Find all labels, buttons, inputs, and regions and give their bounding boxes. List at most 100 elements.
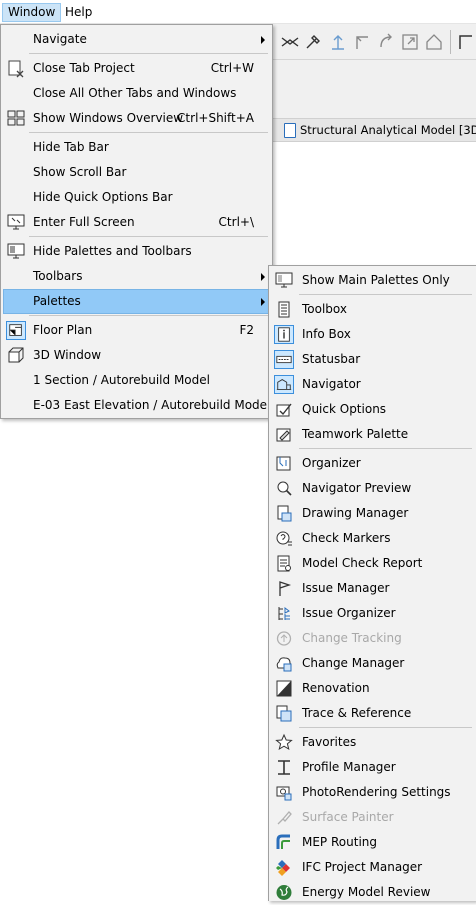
menu-separator [29,236,268,237]
menu-separator [299,448,472,449]
menu-item-label: MEP Routing [302,835,377,849]
menu-item-trace-reference[interactable]: Trace & Reference [271,701,474,726]
mep-routing-icon [276,834,290,849]
menu-item-label: Quick Options [302,402,387,416]
menu-item-label: Floor Plan [33,323,93,337]
menu-item-mep-routing[interactable]: MEP Routing [271,830,474,855]
menu-item-label: PhotoRendering Settings [302,785,451,799]
3d-view-icon [284,123,296,138]
menu-item-label: Enter Full Screen [33,215,135,229]
menu-item-hide-palettes-toolbars[interactable]: Hide Palettes and Toolbars [3,239,270,264]
menu-item-enter-full-screen[interactable]: Enter Full Screen Ctrl+\ [3,210,270,235]
menu-item-label: Check Markers [302,531,391,545]
floor-plan-icon [6,321,26,340]
menu-item-favorites[interactable]: Favorites [271,730,474,755]
menu-item-show-main-palettes-only[interactable]: Show Main Palettes Only [271,268,474,293]
menu-item-label: Palettes [33,294,81,308]
menu-item-label: Show Main Palettes Only [302,273,450,287]
menu-item-navigate[interactable]: Navigate [3,27,270,52]
ifc-icon [276,860,290,876]
menu-item-model-check-report[interactable]: Model Check Report [271,551,474,576]
menu-item-label: 1 Section / Autorebuild Model [33,373,210,387]
menu-item-surface-painter: Surface Painter [271,805,474,830]
menu-item-label: Energy Model Review [302,885,431,899]
menu-item-toolbars[interactable]: Toolbars [3,264,270,289]
menu-item-statusbar[interactable]: Statusbar [271,347,474,372]
organizer-icon [276,456,291,471]
star-icon [275,733,293,751]
submenu-arrow-icon [261,273,265,281]
menu-item-change-tracking: Change Tracking [271,626,474,651]
rotate-icon[interactable] [376,32,396,52]
menu-item-hide-tab-bar[interactable]: Hide Tab Bar [3,135,270,160]
close-tab-icon [8,60,24,78]
menu-item-info-box[interactable]: Info Box [271,322,474,347]
menu-item-profile-manager[interactable]: Profile Manager [271,755,474,780]
menu-item-close-tab-project[interactable]: Close Tab Project Ctrl+W [3,56,270,81]
menu-item-toolbox[interactable]: Toolbox [271,297,474,322]
drawing-manager-icon [277,505,292,522]
palettes-submenu: Show Main Palettes Only Toolbox Info Box… [268,265,476,901]
statusbar-icon [274,350,294,369]
menu-item-check-markers[interactable]: Check Markers [271,526,474,551]
menu-item-label: Trace & Reference [302,706,412,720]
shortcut-label: Ctrl+\ [218,215,254,229]
navigator-icon [274,375,294,394]
menu-item-floor-plan[interactable]: Floor Plan F2 [3,318,270,343]
menu-item-quick-options[interactable]: Quick Options [271,397,474,422]
menu-item-navigator[interactable]: Navigator [271,372,474,397]
menu-item-show-scroll-bar[interactable]: Show Scroll Bar [3,160,270,185]
menu-item-close-all-other[interactable]: Close All Other Tabs and Windows [3,81,270,106]
menu-item-navigator-preview[interactable]: Navigator Preview [271,476,474,501]
window-menu: Navigate Close Tab Project Ctrl+W Close … [0,24,273,419]
menu-separator [29,132,268,133]
adjust-icon[interactable] [304,32,324,52]
menu-item-renovation[interactable]: Renovation [271,676,474,701]
menu-item-photorendering-settings[interactable]: PhotoRendering Settings [271,780,474,805]
menu-item-elevation-e03[interactable]: E-03 East Elevation / Autorebuild Model [3,393,270,418]
menu-item-ifc-project-manager[interactable]: IFC Project Manager [271,855,474,880]
menu-item-change-manager[interactable]: Change Manager [271,651,474,676]
menu-item-label: Profile Manager [302,760,396,774]
menu-item-label: Issue Manager [302,581,390,595]
monitor-icon [275,272,293,288]
tab-structural-analytical-model[interactable]: Structural Analytical Model [3D / A [300,123,476,137]
menu-item-hide-quick-options-bar[interactable]: Hide Quick Options Bar [3,185,270,210]
shortcut-label: F2 [239,323,254,337]
menu-item-label: Toolbars [33,269,83,283]
menu-item-3d-window[interactable]: 3D Window [3,343,270,368]
menu-item-energy-model-review[interactable]: Energy Model Review [271,880,474,905]
menu-help[interactable]: Help [60,3,97,22]
menu-item-organizer[interactable]: Organizer [271,451,474,476]
globe-icon [276,885,292,900]
home-icon[interactable] [424,32,444,52]
frame-icon[interactable] [456,32,476,52]
menu-item-issue-manager[interactable]: Issue Manager [271,576,474,601]
menu-item-label: IFC Project Manager [302,860,423,874]
corner-icon[interactable] [352,32,372,52]
toolbar-divider [450,30,451,54]
submenu-arrow-icon [261,36,265,44]
menu-window[interactable]: Window [2,3,62,22]
menu-separator [299,727,472,728]
menu-item-label: Navigate [33,32,87,46]
menu-separator [299,294,472,295]
menu-item-teamwork-palette[interactable]: Teamwork Palette [271,422,474,447]
quick-options-icon [276,403,292,417]
menu-item-section-1[interactable]: 1 Section / Autorebuild Model [3,368,270,393]
elevate-icon[interactable] [328,32,348,52]
menu-item-show-windows-overview[interactable]: Show Windows Overview Ctrl+Shift+A [3,106,270,131]
camera-icon [276,786,292,801]
menu-item-drawing-manager[interactable]: Drawing Manager [271,501,474,526]
shortcut-label: Ctrl+Shift+A [177,111,254,125]
menu-item-label: Renovation [302,681,370,695]
menu-item-label: Info Box [302,327,351,341]
menu-item-label: E-03 East Elevation / Autorebuild Model [33,398,271,412]
menu-item-label: Toolbox [302,302,347,316]
main-toolbar [272,24,476,60]
split-icon[interactable] [280,32,300,52]
menu-item-palettes[interactable]: Palettes [3,289,270,314]
resize-icon[interactable] [400,32,420,52]
menu-item-issue-organizer[interactable]: Issue Organizer [271,601,474,626]
menu-separator [29,315,268,316]
